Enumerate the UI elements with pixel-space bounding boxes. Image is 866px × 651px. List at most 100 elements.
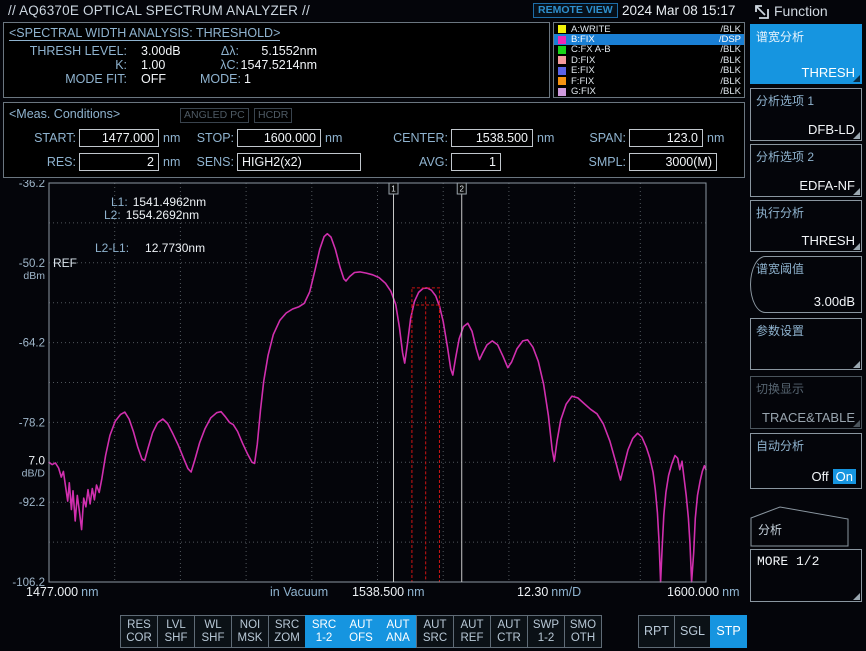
span-unit: nm: [707, 131, 724, 145]
mode-fit-label: MODE FIT:: [9, 72, 127, 86]
trace-c-status: /BLK: [720, 44, 741, 55]
trace-f-status: /BLK: [720, 76, 741, 87]
aut-src-button[interactable]: AUTSRC: [416, 615, 454, 648]
analysis-panel-title: <SPECTRAL WIDTH ANALYSIS: THRESHOLD>: [9, 26, 280, 41]
trace-row-d[interactable]: D:FIX /BLK: [554, 55, 744, 65]
trace-g-status: /BLK: [720, 86, 741, 97]
trace-row-f[interactable]: F:FIX /BLK: [554, 76, 744, 86]
trace-d-status: /BLK: [720, 55, 741, 66]
sens-field: SENS: HIGH2(x2): [144, 153, 361, 171]
stop-unit: nm: [325, 131, 342, 145]
function-corner-arrow-icon: [752, 2, 770, 20]
trace-b-color-swatch: [558, 36, 566, 44]
spectrum-chart: 12-36.2-50.2-64.2-78.2-92.2-106.2dBmREF7…: [0, 180, 748, 613]
smpl-label: SMPL:: [544, 155, 626, 169]
stop-sweep-button[interactable]: STP: [710, 615, 747, 648]
trace-row-b[interactable]: B:FIX /DSP: [554, 34, 744, 44]
softkey-sidebar: Function 谱宽分析 THRESH 分析选项 1 DFB-LD 分析选项 …: [748, 0, 866, 651]
thresh-level-label: THRESH LEVEL:: [9, 44, 127, 58]
trace-g-color-swatch: [558, 88, 566, 96]
swp-1-2-button[interactable]: SWP1-2: [527, 615, 565, 648]
softkey-auto-analysis[interactable]: 自动分析 OffOn: [750, 433, 862, 489]
single-sweep-button[interactable]: SGL: [674, 615, 711, 648]
trace-d-name: D:FIX: [571, 55, 720, 66]
marker-flag-label-1: 1: [391, 185, 396, 194]
analysis-group-tab: 分析: [750, 503, 850, 547]
delta-lambda-label: Δλ:: [200, 44, 239, 58]
lambda-c-label: λC:: [200, 58, 239, 72]
aut-ref-button[interactable]: AUTREF: [453, 615, 491, 648]
lvl-shf-button[interactable]: LVLSHF: [157, 615, 195, 648]
trace-f-color-swatch: [558, 77, 566, 85]
stop-input[interactable]: 1600.000: [237, 129, 321, 147]
softkey-parameter-setting[interactable]: 参数设置: [750, 318, 862, 370]
trace-row-a[interactable]: A:WRITE /BLK: [554, 24, 744, 34]
span-input[interactable]: 123.0: [629, 129, 703, 147]
avg-input[interactable]: 1: [451, 153, 501, 171]
hcdr-badge: HCDR: [254, 108, 292, 123]
aut-ana-button[interactable]: AUTANA: [379, 615, 417, 648]
osa-screen: // AQ6370E OPTICAL SPECTRUM ANALYZER // …: [0, 0, 866, 651]
trace-row-g[interactable]: G:FIX /BLK: [554, 86, 744, 96]
y-tick-label: -50.2: [19, 258, 45, 270]
wl-shf-button[interactable]: WLSHF: [194, 615, 232, 648]
softkey-spectral-width-analysis[interactable]: 谱宽分析 THRESH: [750, 24, 862, 84]
y-tick-label: -36.2: [19, 180, 45, 190]
softkey-analysis-option-2[interactable]: 分析选项 2 EDFA-NF: [750, 144, 862, 197]
repeat-sweep-button[interactable]: RPT: [638, 615, 675, 648]
marker-l1-annotation: L1:1541.4962nm: [111, 195, 206, 209]
marker-delta-annotation: L2-L1:12.7730nm: [95, 241, 205, 255]
smo-oth-button[interactable]: SMOOTH: [564, 615, 602, 648]
center-input[interactable]: 1538.500: [451, 129, 533, 147]
trace-b-status: /DSP: [719, 34, 741, 45]
auto-analysis-off[interactable]: Off: [812, 469, 829, 484]
aut-ctr-button[interactable]: AUTCTR: [490, 615, 528, 648]
trace-g-name: G:FIX: [571, 86, 720, 97]
softkey-spectral-width-threshold[interactable]: 谱宽阈值 3.00dB: [750, 256, 862, 313]
l2-label: L2:: [104, 208, 121, 222]
softkey-analysis-option-1[interactable]: 分析选项 1 DFB-LD: [750, 88, 862, 141]
trace-a-name: A:WRITE: [571, 24, 720, 35]
noi-msk-button[interactable]: NOIMSK: [231, 615, 269, 648]
center-field: CENTER: 1538.500 nm: [364, 129, 554, 147]
y-tick-label: -92.2: [19, 497, 45, 509]
delta-lambda-value: 5.1552nm: [239, 44, 317, 58]
remote-view-badge: REMOTE VIEW: [533, 3, 618, 18]
mode-label: MODE:: [200, 72, 239, 86]
ref-label: REF: [53, 256, 77, 270]
vacuum-label: in Vacuum: [267, 585, 328, 599]
sens-input[interactable]: HIGH2(x2): [237, 153, 361, 171]
trace-e-status: /BLK: [720, 65, 741, 76]
softkey-switch-display: 切换显示 TRACE&TABLE: [750, 376, 862, 429]
src-zom-button[interactable]: SRCZOM: [268, 615, 306, 648]
trace-a-status: /BLK: [720, 24, 741, 35]
trace-row-e[interactable]: E:FIX /BLK: [554, 66, 744, 76]
mode-value: 1: [239, 72, 317, 86]
res-cor-button[interactable]: RESCOR: [120, 615, 158, 648]
function-toolbar: RESCOR LVLSHF WLSHF NOIMSK SRCZOM SRC1-2…: [120, 615, 602, 648]
trace-row-c[interactable]: C:FX A-B /BLK: [554, 45, 744, 55]
auto-analysis-on[interactable]: On: [833, 469, 856, 484]
app-title: // AQ6370E OPTICAL SPECTRUM ANALYZER //: [8, 3, 310, 18]
datetime-label: 2024 Mar 08 15:17: [622, 3, 735, 18]
res-label: RES:: [8, 155, 76, 169]
x-axis-center-tick: 1538.500nm: [352, 585, 425, 599]
title-bar: // AQ6370E OPTICAL SPECTRUM ANALYZER // …: [0, 0, 866, 21]
trace-b-name: B:FIX: [571, 34, 719, 45]
trace-a-color-swatch: [558, 25, 566, 33]
meas-conditions-panel: <Meas. Conditions> ANGLED PC HCDR START:…: [3, 102, 745, 178]
softkey-execute-analysis[interactable]: 执行分析 THRESH: [750, 200, 862, 252]
y-unit-label: dBm: [23, 270, 45, 282]
thresh-level-value: 3.00dB: [127, 44, 200, 58]
marker-l2-annotation: L2: 1554.2692nm: [104, 208, 199, 222]
softkey-more[interactable]: MORE 1/2: [750, 549, 862, 602]
smpl-input[interactable]: 3000(M): [629, 153, 717, 171]
smpl-field: SMPL: 3000(M): [544, 153, 717, 171]
span-field: SPAN: 123.0 nm: [544, 129, 724, 147]
l2-value: 1554.2692nm: [126, 208, 199, 222]
auto-analysis-toggle[interactable]: Off On: [812, 469, 856, 484]
trace-e-name: E:FIX: [571, 65, 720, 76]
aut-ofs-button[interactable]: AUTOFS: [342, 615, 380, 648]
src-1-2-button[interactable]: SRC1-2: [305, 615, 343, 648]
mode-fit-value: OFF: [127, 72, 200, 86]
